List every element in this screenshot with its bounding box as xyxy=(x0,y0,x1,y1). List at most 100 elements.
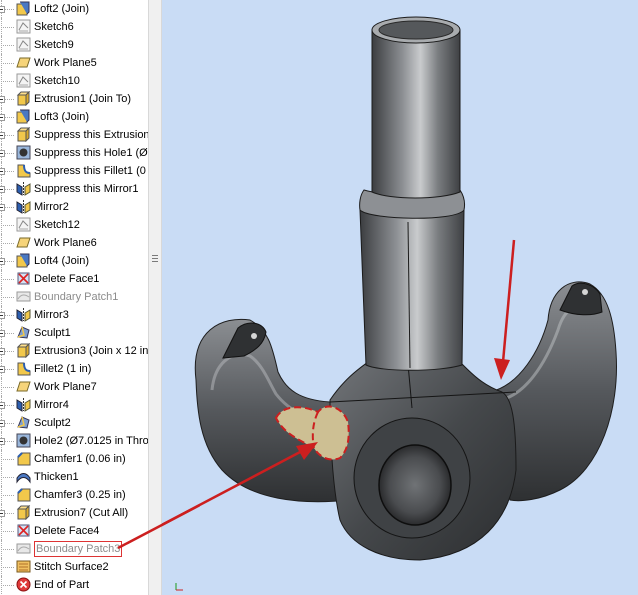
browser-item[interactable]: Sketch9 xyxy=(0,36,148,54)
expand-toggle-icon[interactable] xyxy=(0,348,5,355)
expand-toggle-icon[interactable] xyxy=(0,186,5,193)
browser-item[interactable]: Work Plane7 xyxy=(0,378,148,396)
tree-connector xyxy=(1,522,2,540)
arrowhead-icon xyxy=(494,358,510,380)
chamfer-icon xyxy=(16,451,31,466)
browser-item-label: Suppress this Mirror1 xyxy=(34,183,139,195)
scrollbar-grip-icon[interactable] xyxy=(152,255,158,265)
browser-item[interactable]: Sketch12 xyxy=(0,216,148,234)
expand-toggle-icon[interactable] xyxy=(0,438,5,445)
browser-item[interactable]: Chamfer1 (0.06 in) xyxy=(0,450,148,468)
browser-item[interactable]: Suppress this Mirror1 xyxy=(0,180,148,198)
browser-item[interactable]: Delete Face1 xyxy=(0,270,148,288)
tree-connector xyxy=(1,54,2,72)
sketch-icon xyxy=(16,73,31,88)
browser-item[interactable]: Mirror2 xyxy=(0,198,148,216)
expand-toggle-icon[interactable] xyxy=(0,204,5,211)
mirror-icon xyxy=(16,307,31,322)
expand-toggle-icon[interactable] xyxy=(0,96,5,103)
browser-item[interactable]: Sculpt1 xyxy=(0,324,148,342)
browser-item[interactable]: Hole2 (Ø7.0125 in Thro xyxy=(0,432,148,450)
browser-item[interactable]: Extrusion7 (Cut All) xyxy=(0,504,148,522)
tree-connector xyxy=(1,576,2,594)
browser-scrollbar[interactable] xyxy=(148,0,162,595)
browser-item[interactable]: Loft2 (Join) xyxy=(0,0,148,18)
shaft-neck[interactable] xyxy=(359,203,465,371)
view-triad-icon xyxy=(175,583,183,591)
browser-item[interactable]: Boundary Patch3 xyxy=(0,540,148,558)
tree-connector xyxy=(3,549,14,550)
browser-item[interactable]: Loft3 (Join) xyxy=(0,108,148,126)
browser-item-label: Sketch9 xyxy=(34,39,74,51)
browser-item[interactable]: Delete Face4 xyxy=(0,522,148,540)
expand-toggle-icon[interactable] xyxy=(0,312,5,319)
graphics-viewport[interactable] xyxy=(162,0,638,595)
sketch-icon xyxy=(16,37,31,52)
browser-item-label: Suppress this Extrusion xyxy=(34,129,148,141)
hole2-bore[interactable] xyxy=(378,444,452,526)
browser-item[interactable]: Sculpt2 xyxy=(0,414,148,432)
browser-item[interactable]: Suppress this Extrusion xyxy=(0,126,148,144)
browser-item[interactable]: Mirror3 xyxy=(0,306,148,324)
mirror-icon xyxy=(16,199,31,214)
browser-item-label: Sketch10 xyxy=(34,75,80,87)
expand-toggle-icon[interactable] xyxy=(0,132,5,139)
browser-item[interactable]: End of Part xyxy=(0,576,148,594)
expand-toggle-icon[interactable] xyxy=(0,402,5,409)
browser-item[interactable]: Extrusion1 (Join To) xyxy=(0,90,148,108)
browser-item[interactable]: Loft4 (Join) xyxy=(0,252,148,270)
shaft[interactable] xyxy=(371,29,461,199)
extrusion-icon xyxy=(16,90,31,107)
browser-item[interactable]: Chamfer3 (0.25 in) xyxy=(0,486,148,504)
tree-connector xyxy=(1,72,2,90)
expand-toggle-icon[interactable] xyxy=(0,168,5,175)
boundary-patch-icon xyxy=(16,289,31,304)
expand-toggle-icon[interactable] xyxy=(0,366,5,373)
loft-icon xyxy=(16,253,31,268)
tree-connector xyxy=(3,27,14,28)
browser-item[interactable]: Sketch6 xyxy=(0,18,148,36)
browser-item[interactable]: Suppress this Fillet1 (0 xyxy=(0,162,148,180)
sketch-icon xyxy=(16,19,31,34)
expand-toggle-icon[interactable] xyxy=(0,420,5,427)
browser-item[interactable]: Work Plane5 xyxy=(0,54,148,72)
work-plane-icon xyxy=(16,235,31,250)
mirror-icon xyxy=(16,397,31,412)
browser-item[interactable]: Boundary Patch1 xyxy=(0,288,148,306)
browser-item-label: Mirror2 xyxy=(34,201,69,213)
expand-toggle-icon[interactable] xyxy=(0,330,5,337)
loft-icon xyxy=(16,109,31,124)
browser-item-label: Extrusion3 (Join x 12 in xyxy=(34,345,148,357)
browser-item-label: Fillet2 (1 in) xyxy=(34,363,92,375)
browser-item[interactable]: Mirror4 xyxy=(0,396,148,414)
browser-item[interactable]: Extrusion3 (Join x 12 in xyxy=(0,342,148,360)
browser-item-label: Loft4 (Join) xyxy=(34,255,90,267)
end-of-part-icon xyxy=(16,577,31,592)
expand-toggle-icon[interactable] xyxy=(0,114,5,121)
browser-item[interactable]: Thicken1 xyxy=(0,468,148,486)
expand-toggle-icon[interactable] xyxy=(0,150,5,157)
tree-connector xyxy=(3,477,14,478)
browser-item[interactable]: Work Plane6 xyxy=(0,234,148,252)
browser-item[interactable]: Sketch10 xyxy=(0,72,148,90)
browser-item-label: Mirror3 xyxy=(34,309,69,321)
tree-connector xyxy=(3,585,14,586)
hook-model[interactable] xyxy=(194,16,617,561)
tree-connector xyxy=(3,567,14,568)
expand-toggle-icon[interactable] xyxy=(0,6,5,13)
browser-item-label: End of Part xyxy=(34,579,90,591)
tree-connector xyxy=(1,36,2,54)
browser-item[interactable]: Fillet2 (1 in) xyxy=(0,360,148,378)
browser-item-label: Boundary Patch1 xyxy=(34,291,119,303)
sketch-icon xyxy=(16,217,31,232)
mirror-icon xyxy=(16,181,31,196)
expand-toggle-icon[interactable] xyxy=(0,258,5,265)
browser-item[interactable]: Suppress this Hole1 (Ø xyxy=(0,144,148,162)
right-tip-pin xyxy=(582,289,588,295)
hole-icon xyxy=(16,433,31,448)
expand-toggle-icon[interactable] xyxy=(0,510,5,517)
tree-connector xyxy=(3,297,14,298)
browser-item-label: Loft3 (Join) xyxy=(34,111,90,123)
browser-item[interactable]: Stitch Surface2 xyxy=(0,558,148,576)
model-canvas[interactable] xyxy=(162,0,638,595)
